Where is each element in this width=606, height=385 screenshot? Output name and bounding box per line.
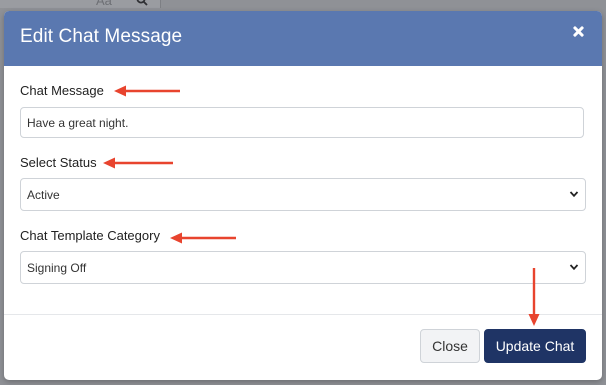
modal-title: Edit Chat Message <box>20 26 183 47</box>
annotation-arrow-chat-message <box>114 85 180 97</box>
search-icon <box>136 0 148 9</box>
annotation-arrow-category <box>170 232 236 244</box>
modal-footer: Close Update Chat <box>4 314 602 380</box>
select-status-label: Select Status <box>20 155 97 170</box>
chat-message-input[interactable]: Have a great night. <box>20 107 584 138</box>
close-button[interactable]: Close <box>420 329 480 363</box>
status-selected-value: Active <box>27 187 60 202</box>
chat-message-label: Chat Message <box>20 83 104 98</box>
chat-message-value: Have a great night. <box>27 115 129 130</box>
annotation-arrow-select-status <box>103 157 173 169</box>
update-chat-button[interactable]: Update Chat <box>484 329 586 363</box>
chevron-down-icon <box>569 191 579 198</box>
category-select[interactable]: Signing Off <box>20 251 586 284</box>
modal-body: Chat Message Have a great night. Select … <box>4 66 602 314</box>
chevron-down-icon <box>569 264 579 271</box>
chat-template-category-label: Chat Template Category <box>20 228 160 243</box>
close-icon[interactable] <box>572 25 586 39</box>
modal-header: Edit Chat Message <box>4 11 602 66</box>
annotation-arrow-update-chat <box>528 268 540 326</box>
status-select[interactable]: Active <box>20 178 586 211</box>
background-search-placeholder: Aa <box>96 0 112 8</box>
edit-chat-modal: Edit Chat Message Chat Message Have a gr… <box>4 11 602 380</box>
category-selected-value: Signing Off <box>27 260 87 275</box>
